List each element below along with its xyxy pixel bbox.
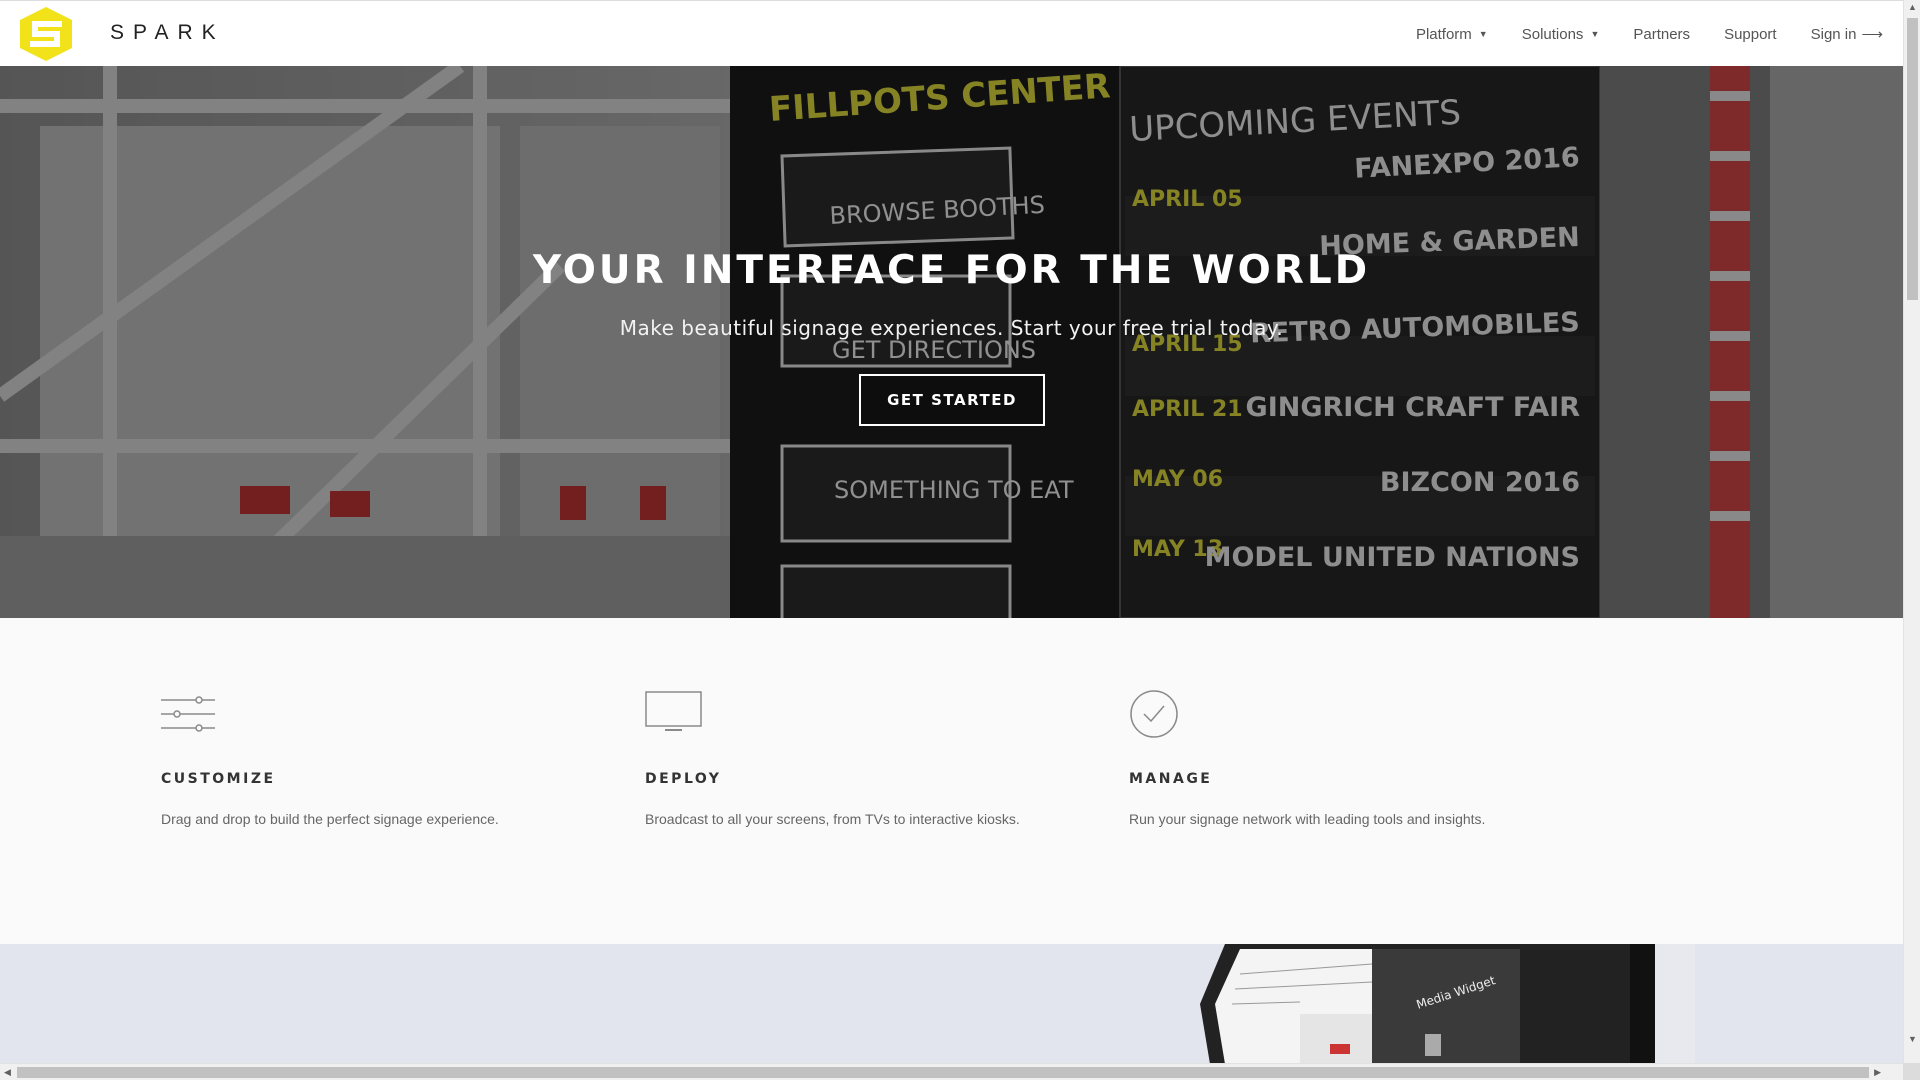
nav-support[interactable]: Support <box>1724 26 1777 43</box>
page-viewport: SPARK Platform ▼ Solutions ▼ Partners Su… <box>0 0 1903 1063</box>
feature-manage-text: Run your signage network with leading to… <box>1129 811 1486 827</box>
brand-name[interactable]: SPARK <box>110 21 225 45</box>
monitor-icon <box>645 691 702 731</box>
features-section: CUSTOMIZE Drag and drop to build the per… <box>0 618 1903 944</box>
feature-customize: CUSTOMIZE Drag and drop to build the per… <box>161 690 581 827</box>
feature-deploy-title: DEPLOY <box>645 771 722 787</box>
feature-deploy: DEPLOY Broadcast to all your screens, fr… <box>645 690 1065 827</box>
caret-down-icon: ▼ <box>1590 29 1600 39</box>
caret-down-icon: ▼ <box>1478 29 1488 39</box>
scrollbar-corner <box>1903 1063 1920 1080</box>
hero-title: YOUR INTERFACE FOR THE WORLD <box>532 248 1371 293</box>
feature-customize-text: Drag and drop to build the perfect signa… <box>161 811 499 827</box>
feature-manage-title: MANAGE <box>1129 771 1213 787</box>
horizontal-scrollbar[interactable]: ◀ ▶ <box>0 1063 1903 1080</box>
scroll-right-icon[interactable]: ▶ <box>1874 1067 1881 1078</box>
scroll-down-icon[interactable]: ▼ <box>1908 1034 1917 1044</box>
hero-overlay <box>0 66 1903 618</box>
nav-sign-in-label: Sign in <box>1810 25 1857 43</box>
nav-partners[interactable]: Partners <box>1633 26 1690 43</box>
vertical-scrollbar[interactable]: ▲ ▼ <box>1903 0 1920 1063</box>
top-nav: SPARK Platform ▼ Solutions ▼ Partners Su… <box>0 0 1903 66</box>
nav-solutions-label: Solutions <box>1521 25 1584 43</box>
hero-section: FILLPOTS CENTER BROWSE BOOTHS GET DIRECT… <box>0 66 1903 618</box>
nav-sign-in[interactable]: Sign in ⟶ <box>1810 25 1883 44</box>
nav-solutions[interactable]: Solutions ▼ <box>1522 26 1600 43</box>
sliders-icon <box>161 696 215 732</box>
scroll-left-icon[interactable]: ◀ <box>4 1067 11 1078</box>
check-circle-icon <box>1130 690 1178 738</box>
horizontal-scroll-thumb[interactable] <box>17 1067 1869 1078</box>
arrow-right-icon: ⟶ <box>1861 26 1883 43</box>
scroll-up-icon[interactable]: ▲ <box>1908 2 1917 12</box>
product-preview-section: Media Widget <box>0 944 1903 1063</box>
vertical-scroll-thumb[interactable] <box>1907 18 1918 300</box>
nav-platform-label: Platform <box>1415 25 1472 43</box>
hero-subtitle: Make beautiful signage experiences. Star… <box>619 316 1284 340</box>
feature-customize-title: CUSTOMIZE <box>161 771 276 787</box>
nav-links: Platform ▼ Solutions ▼ Partners Support … <box>1382 1 1883 67</box>
nav-platform[interactable]: Platform ▼ <box>1416 26 1488 43</box>
spark-logo-icon[interactable] <box>18 7 74 61</box>
feature-deploy-text: Broadcast to all your screens, from TVs … <box>645 811 1020 827</box>
laptop-preview-image: Media Widget <box>1200 944 1695 1063</box>
nav-support-label: Support <box>1724 25 1777 43</box>
feature-manage: MANAGE Run your signage network with lea… <box>1129 690 1549 827</box>
nav-partners-label: Partners <box>1633 25 1691 43</box>
get-started-button[interactable]: GET STARTED <box>859 374 1045 426</box>
